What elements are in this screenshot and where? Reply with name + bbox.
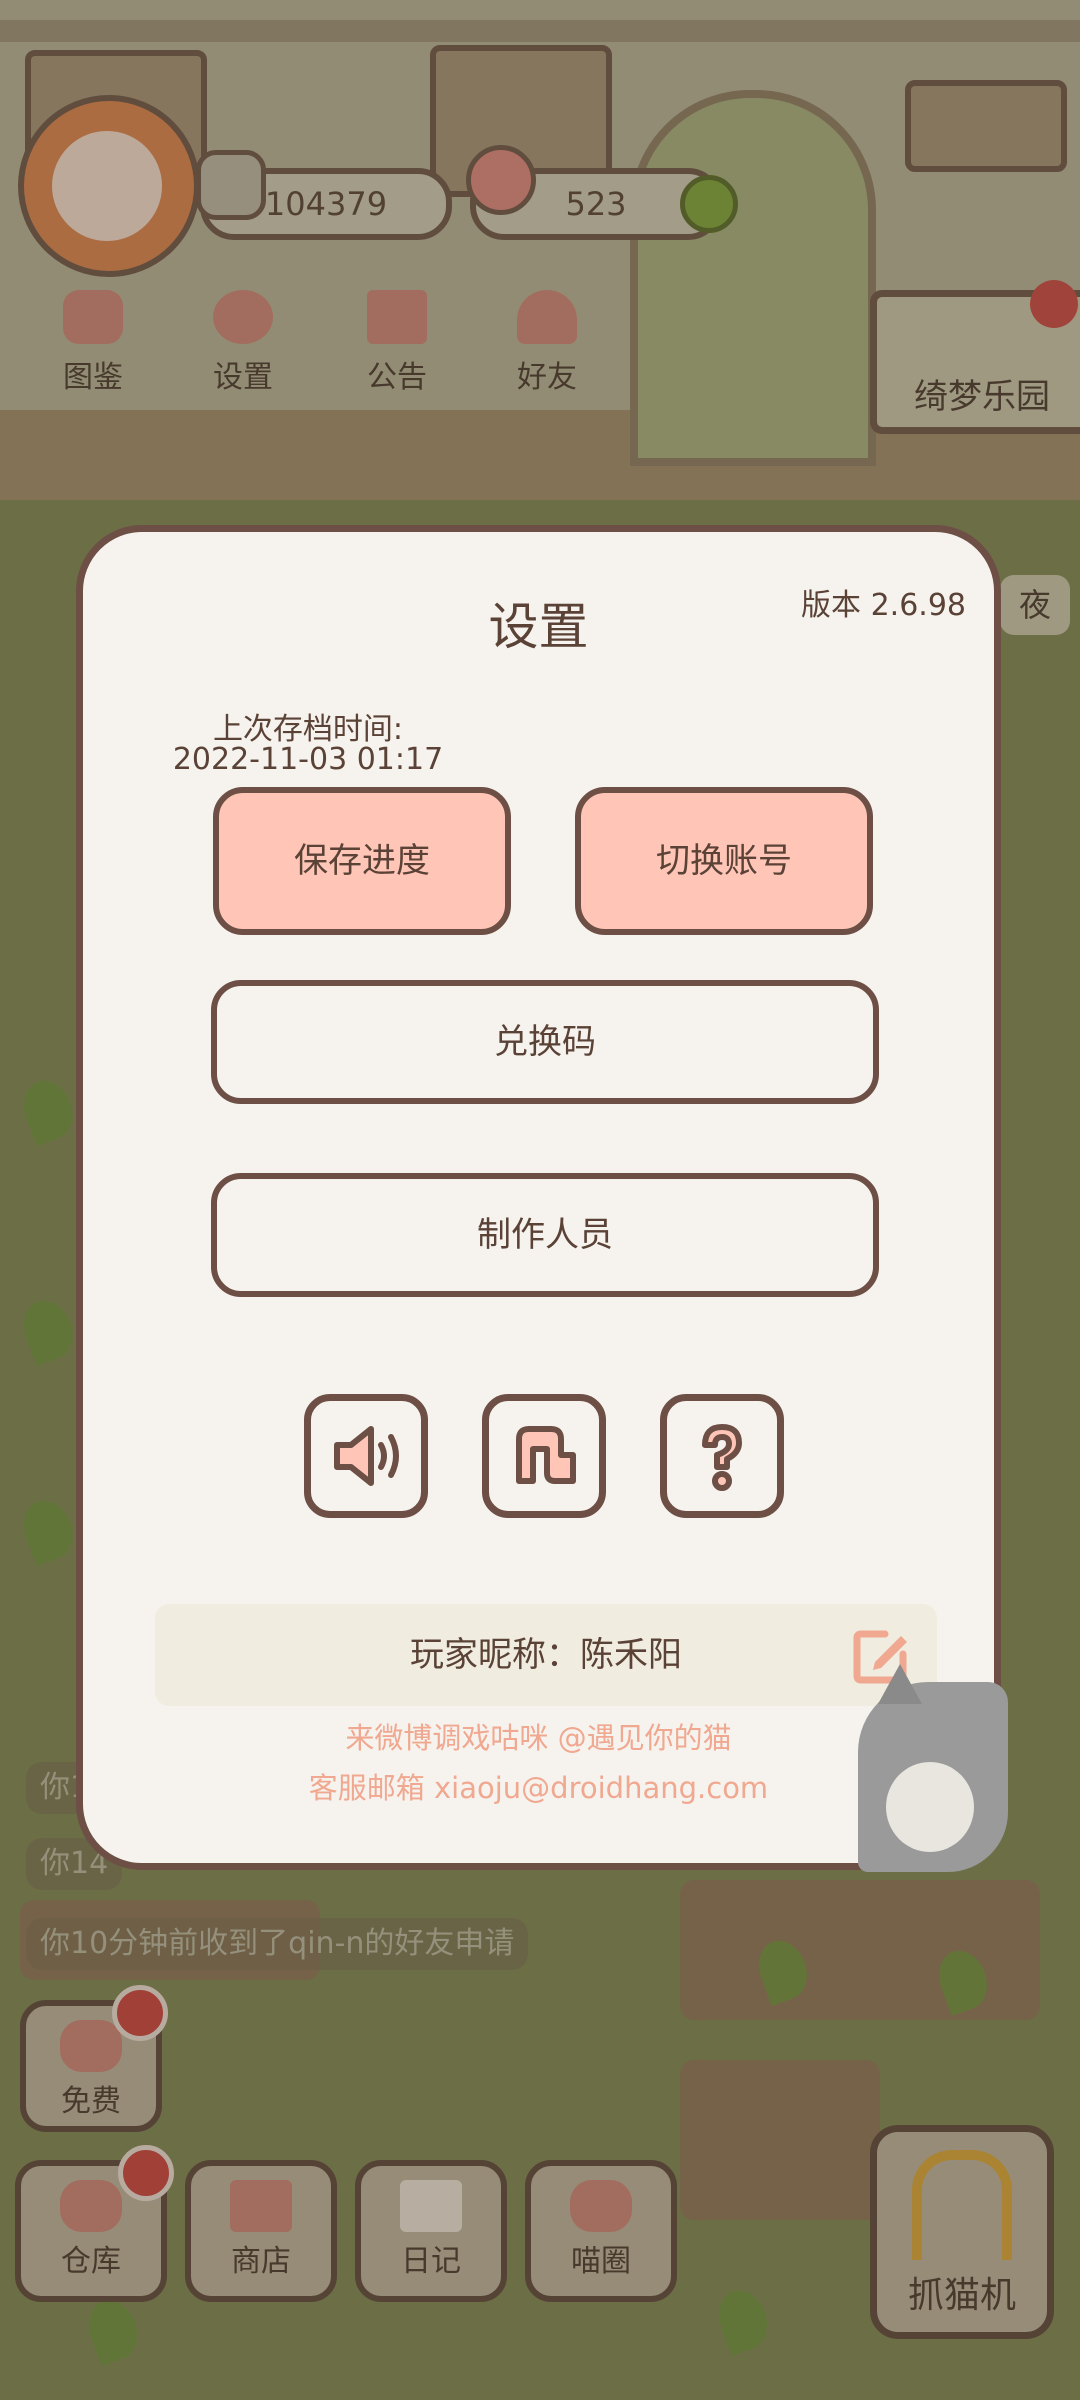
help-button[interactable]	[660, 1394, 784, 1518]
help-icon	[702, 1424, 742, 1491]
switch-account-button[interactable]: 切换账号	[575, 787, 873, 935]
music-toggle-button[interactable]	[482, 1394, 606, 1518]
save-progress-button[interactable]: 保存进度	[213, 787, 511, 935]
version-label: 版本 2.6.98	[801, 588, 966, 623]
nickname-label: 玩家昵称：陈禾阳	[410, 1635, 682, 1675]
cat-photo	[858, 1664, 1008, 1872]
redeem-code-button[interactable]: 兑换码	[211, 980, 879, 1104]
last-save-time: 2022-11-03 01:17	[172, 742, 444, 777]
sound-icon	[334, 1426, 399, 1486]
sound-toggle-button[interactable]	[304, 1394, 428, 1518]
nickname-bar: 玩家昵称：陈禾阳	[155, 1604, 937, 1706]
music-icon	[516, 1426, 576, 1484]
credits-button[interactable]: 制作人员	[211, 1173, 879, 1297]
settings-dialog: 设置 版本 2.6.98 上次存档时间: 2022-11-03 01:17 保存…	[76, 525, 1008, 1872]
